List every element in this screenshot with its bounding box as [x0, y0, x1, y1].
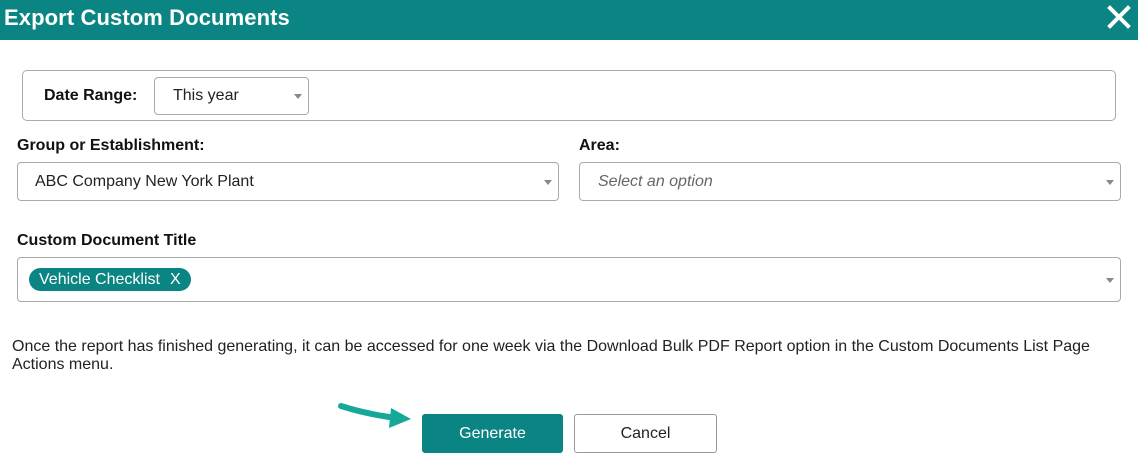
area-select[interactable]: Select an option	[579, 162, 1121, 201]
chip-remove-button[interactable]: X	[170, 271, 181, 289]
date-range-label: Date Range:	[44, 87, 138, 104]
group-label: Group or Establishment:	[17, 137, 205, 154]
area-label: Area:	[579, 137, 620, 154]
date-range-select[interactable]: This year	[154, 77, 309, 115]
generate-button[interactable]: Generate	[422, 414, 563, 453]
chevron-down-icon	[294, 94, 302, 99]
dialog-header: Export Custom Documents	[0, 0, 1138, 40]
group-value: ABC Company New York Plant	[35, 173, 254, 190]
chip-label: Vehicle Checklist	[39, 270, 160, 288]
chevron-down-icon	[1106, 277, 1114, 283]
date-range-value: This year	[173, 87, 239, 104]
dialog-title: Export Custom Documents	[4, 5, 290, 30]
arrow-icon	[335, 396, 415, 441]
custom-document-title-label: Custom Document Title	[17, 232, 197, 249]
close-icon[interactable]	[1106, 4, 1132, 30]
chevron-down-icon	[1106, 179, 1114, 185]
date-range-panel: Date Range: This year	[22, 70, 1116, 121]
group-select[interactable]: ABC Company New York Plant	[17, 162, 559, 201]
chevron-down-icon	[544, 179, 552, 185]
cancel-button[interactable]: Cancel	[574, 414, 717, 453]
custom-document-title-select[interactable]: Vehicle Checklist X	[17, 257, 1121, 302]
info-text: Once the report has finished generating,…	[12, 338, 1090, 373]
selected-chip: Vehicle Checklist X	[29, 268, 191, 291]
area-placeholder: Select an option	[598, 173, 713, 190]
